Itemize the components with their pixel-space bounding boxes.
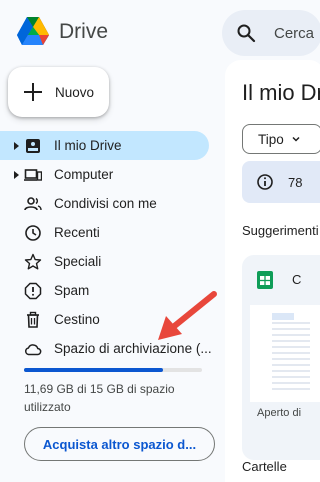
spam-icon: [24, 282, 42, 300]
file-card-activity: Aperto di: [257, 407, 302, 419]
sidebar-item-label: Speciali: [54, 254, 102, 269]
search-icon[interactable]: [236, 23, 256, 43]
suggested-file-card[interactable]: C Aperto di: [242, 255, 320, 460]
new-button[interactable]: Nuovo: [8, 67, 109, 117]
chip-label: Tipo: [258, 131, 284, 147]
sidebar-item-spam[interactable]: Spam: [0, 276, 230, 305]
chevron-down-icon: [292, 136, 300, 142]
computer-icon: [24, 169, 42, 181]
star-icon: [24, 253, 42, 270]
sidebar-item-label: Il mio Drive: [54, 138, 122, 153]
shared-icon: [24, 197, 42, 211]
folders-heading: Cartelle: [242, 459, 287, 474]
sheets-icon: [257, 271, 273, 289]
file-thumbnail: [250, 305, 320, 402]
sidebar-item-label: Cestino: [54, 312, 100, 327]
app-name: Drive: [59, 20, 109, 43]
spreadsheet-preview-icon: [272, 313, 310, 390]
suggested-heading: Suggerimenti: [242, 223, 319, 238]
sidebar-item-starred[interactable]: Speciali: [0, 247, 230, 276]
info-icon: [257, 174, 273, 190]
plus-icon: [23, 82, 43, 102]
sidebar-item-label: Recenti: [54, 225, 100, 240]
sidebar-item-computer[interactable]: Computer: [0, 160, 230, 189]
search-input[interactable]: Cerca: [274, 25, 314, 42]
cloud-icon: [25, 344, 42, 356]
main-content: Il mio Drive Tipo 78 Suggerimenti C: [225, 60, 320, 482]
info-text: 78: [288, 175, 303, 190]
search-bar[interactable]: Cerca: [222, 10, 320, 56]
sidebar-item-label: Computer: [54, 167, 114, 182]
sidebar-item-label: Spazio di archiviazione (...: [54, 341, 212, 356]
storage-usage-fill: [24, 368, 163, 372]
new-button-label: Nuovo: [55, 84, 95, 100]
my-drive-icon: [26, 139, 40, 153]
drive-logo-icon: [17, 17, 49, 45]
sidebar-item-label: Spam: [54, 283, 90, 298]
info-banner: 78: [242, 161, 320, 203]
trash-icon: [27, 311, 39, 328]
sidebar-item-my-drive[interactable]: Il mio Drive: [0, 131, 209, 160]
clock-icon: [25, 225, 41, 241]
storage-usage-bar: [24, 368, 202, 372]
sidebar-item-storage[interactable]: Spazio di archiviazione (...: [0, 334, 230, 363]
page-title: Il mio Drive: [242, 80, 320, 105]
expand-caret-icon[interactable]: [14, 171, 19, 179]
type-filter-chip[interactable]: Tipo: [242, 124, 320, 154]
storage-usage-text: 11,69 GB di 15 GB di spazio utilizzato: [24, 382, 175, 414]
sidebar-item-shared[interactable]: Condivisi con me: [0, 189, 230, 218]
file-card-title: C: [292, 272, 302, 287]
sidebar-item-recent[interactable]: Recenti: [0, 218, 230, 247]
sidebar: Drive Nuovo Il mio Drive Computer Condiv…: [0, 0, 230, 482]
expand-caret-icon[interactable]: [14, 142, 19, 150]
sidebar-item-label: Condivisi con me: [54, 196, 157, 211]
drive-logo-link[interactable]: Drive: [16, 14, 108, 50]
sidebar-item-trash[interactable]: Cestino: [0, 305, 230, 334]
buy-storage-button[interactable]: Acquista altro spazio d...: [24, 427, 215, 461]
sidebar-nav: Il mio Drive Computer Condivisi con me R…: [0, 131, 230, 363]
